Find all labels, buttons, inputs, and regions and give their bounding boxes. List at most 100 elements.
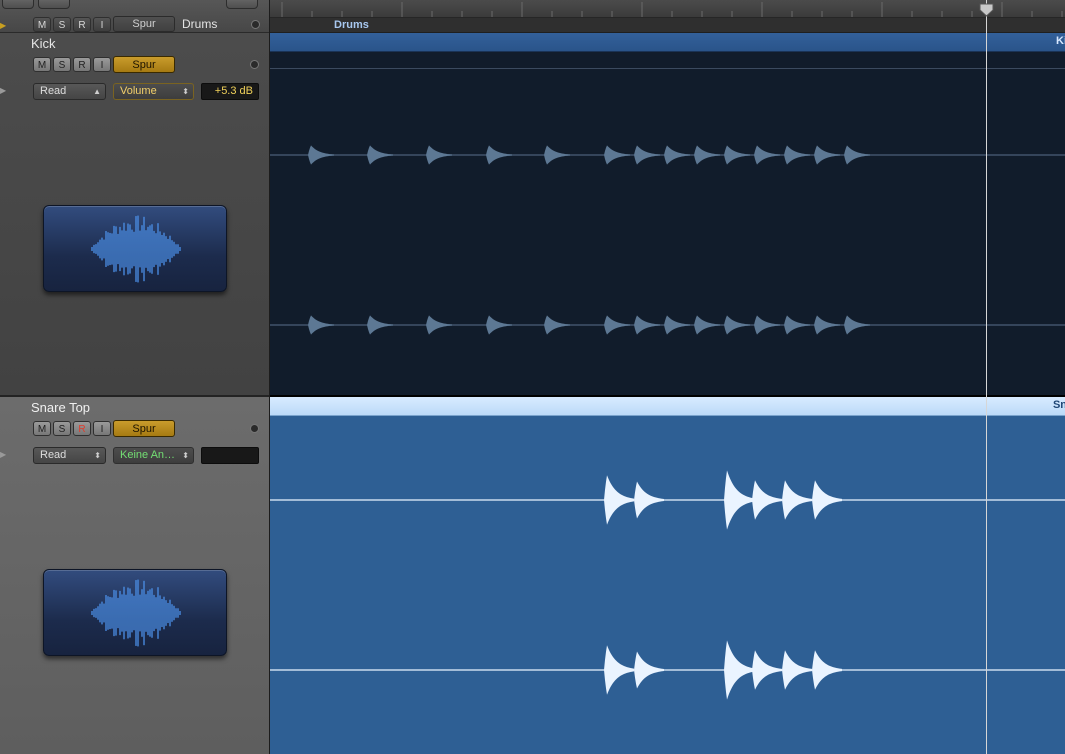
waveform-transient [634, 145, 660, 165]
automation-mode-select[interactable]: Read ⬍ [33, 447, 106, 464]
automation-parameter-label: Volume [120, 85, 157, 97]
region-lane-ruler[interactable]: Drums [270, 18, 1065, 33]
ruler-ticks [281, 2, 1063, 17]
waveform-transient [634, 651, 664, 689]
audio-waveform-snare-top [270, 470, 1065, 700]
waveform-transient [604, 315, 630, 335]
waveform-transient [724, 315, 750, 335]
track-icon[interactable] [43, 569, 227, 656]
track-lane-kick[interactable]: Ki [270, 33, 1065, 395]
mute-button[interactable]: M [33, 421, 51, 436]
waveform-icon [91, 215, 181, 283]
waveform-transient [604, 645, 634, 695]
solo-button[interactable]: S [53, 421, 71, 436]
automation-value-field[interactable]: +5.3 dB [201, 83, 259, 100]
record-enable-dot-icon[interactable] [250, 60, 259, 69]
waveform-transient [844, 315, 870, 335]
track-name[interactable]: Snare Top [31, 400, 90, 415]
waveform-transient [634, 481, 664, 519]
track-header-snare-top[interactable]: Snare Top M S R I Spur ▶ Read ⬍ Keine An… [0, 397, 269, 754]
waveform-transient [784, 145, 810, 165]
waveform-transient [486, 315, 512, 335]
waveform-transient [694, 145, 720, 165]
waveform-transient [724, 145, 750, 165]
waveform-transient [782, 650, 812, 690]
track-name[interactable]: Kick [31, 36, 56, 51]
waveform-transient [308, 315, 334, 335]
waveform-transient [752, 650, 782, 690]
automation-parameter-select[interactable]: Volume ⬍ [113, 83, 194, 100]
waveform-transient [604, 475, 634, 525]
automation-parameter-label: Keine An… [120, 449, 176, 461]
automation-mode-label: Read [40, 85, 67, 97]
undo-button[interactable] [38, 0, 70, 9]
record-enable-dot-icon[interactable] [250, 424, 259, 433]
waveform-transient [754, 145, 780, 165]
updown-arrow-icon: ⬍ [94, 451, 101, 460]
waveform-transient [844, 145, 870, 165]
waveform-transient [308, 145, 334, 165]
waveform-transient [784, 315, 810, 335]
spur-button[interactable]: Spur [113, 420, 175, 437]
playhead-marker-icon[interactable] [979, 3, 994, 17]
automation-value-field[interactable] [201, 447, 259, 464]
disclosure-triangle-icon[interactable]: ▶ [0, 21, 6, 30]
record-enable-dot-icon[interactable] [251, 20, 260, 29]
automation-parameter-select[interactable]: Keine An… ⬍ [113, 447, 194, 464]
record-enable-button[interactable]: R [73, 57, 91, 72]
folder-input-monitor-button[interactable]: I [93, 17, 111, 32]
folder-track-name[interactable]: Drums [182, 17, 217, 31]
spur-button[interactable]: Spur [113, 56, 175, 73]
folder-record-button[interactable]: R [73, 17, 91, 32]
waveform-transient [754, 315, 780, 335]
folder-spur-button[interactable]: Spur [113, 16, 175, 32]
waveform-transient [664, 315, 690, 335]
waveform-transient [782, 480, 812, 520]
waveform-transient [814, 145, 840, 165]
waveform-transient [367, 145, 393, 165]
track-lane-snare-top[interactable]: Sn [270, 397, 1065, 754]
waveform-transient [812, 650, 842, 690]
automation-mode-select[interactable]: Read ▲ [33, 83, 106, 100]
waveform-transient [812, 480, 842, 520]
waveform-transient [544, 145, 570, 165]
waveform-transient [544, 315, 570, 335]
region-header-snare-top[interactable]: Sn [270, 397, 1065, 416]
input-monitor-button[interactable]: I [93, 421, 111, 436]
region-header-kick[interactable]: Ki [270, 33, 1065, 52]
audio-waveform-kick [270, 145, 1065, 335]
add-track-button[interactable] [2, 0, 34, 9]
waveform-transient [724, 470, 754, 530]
solo-button[interactable]: S [53, 57, 71, 72]
folder-mute-button[interactable]: M [33, 17, 51, 32]
playhead-line[interactable] [986, 0, 987, 754]
updown-arrow-icon: ⬍ [182, 451, 189, 460]
arrange-area[interactable]: Drums Ki Sn [270, 0, 1065, 754]
waveform-transient [426, 315, 452, 335]
bar-ruler[interactable] [270, 0, 1065, 18]
folder-solo-button[interactable]: S [53, 17, 71, 32]
updown-arrow-icon: ⬍ [182, 87, 189, 96]
track-header-column: ▶ M S R I Spur Drums Kick M S R I Spur ▶… [0, 0, 270, 754]
waveform-transient [664, 145, 690, 165]
waveform-transient [604, 145, 630, 165]
disclosure-triangle-icon[interactable]: ▶ [0, 86, 6, 95]
folder-track-header[interactable]: ▶ M S R I Spur Drums [0, 0, 269, 33]
waveform-transient [367, 315, 393, 335]
waveform-transient [634, 315, 660, 335]
track-icon[interactable] [43, 205, 227, 292]
disclosure-triangle-icon[interactable]: ▶ [0, 450, 6, 459]
waveform-transient [724, 640, 754, 700]
list-button[interactable] [226, 0, 258, 9]
updown-arrow-icon: ▲ [93, 87, 101, 96]
mute-button[interactable]: M [33, 57, 51, 72]
folder-region-label: Drums [334, 19, 369, 31]
record-enable-button[interactable]: R [73, 421, 91, 436]
input-monitor-button[interactable]: I [93, 57, 111, 72]
waveform-icon [91, 579, 181, 647]
automation-mode-label: Read [40, 449, 67, 461]
waveform-transient [426, 145, 452, 165]
region-name: Sn [1052, 399, 1065, 411]
track-header-kick[interactable]: Kick M S R I Spur ▶ Read ▲ Volume ⬍ +5.3… [0, 33, 269, 397]
waveform-transient [486, 145, 512, 165]
